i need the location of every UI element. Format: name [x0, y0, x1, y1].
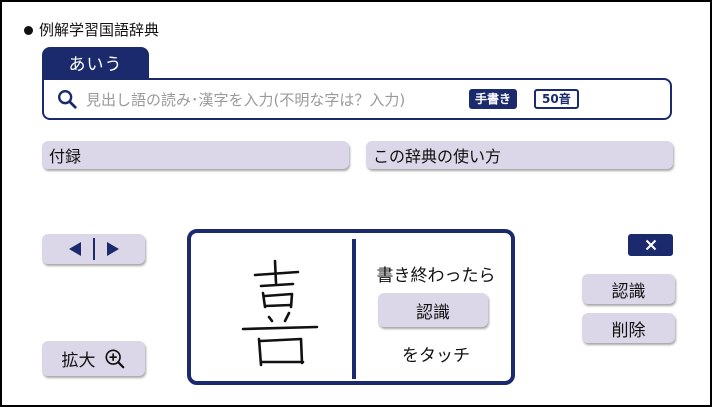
- search-placeholder: 見出し語の読み･漢字を入力(不明な字は？入力): [86, 90, 406, 109]
- bullet-icon: [24, 25, 33, 35]
- how-to-use-button[interactable]: この辞典の使い方: [366, 141, 673, 169]
- handwriting-button[interactable]: 手書き: [469, 89, 518, 109]
- input-mode-tab[interactable]: あいう: [42, 47, 149, 78]
- app-screen: 例解学習国語辞典 あいう 見出し語の読み･漢字を入力(不明な字は？入力) 手書き…: [0, 0, 712, 407]
- recognize-label: 認識: [611, 281, 646, 302]
- handwriting-panel: 書き終わったら 認識 をタッチ: [187, 229, 515, 385]
- search-input[interactable]: 見出し語の読み･漢字を入力(不明な字は？入力) 手書き 50音: [42, 78, 672, 120]
- appendix-button[interactable]: 付録: [42, 141, 349, 169]
- appendix-label: 付録: [49, 147, 82, 166]
- delete-label: 削除: [611, 320, 646, 341]
- zoom-label: 拡大: [61, 351, 96, 371]
- zoom-in-icon: [104, 348, 124, 368]
- handwriting-instruction-bottom: をタッチ: [402, 346, 470, 366]
- nav-divider: [92, 238, 95, 260]
- how-to-use-label: この辞典の使い方: [373, 147, 502, 166]
- close-button[interactable]: [628, 234, 673, 256]
- search-icon: [58, 90, 77, 109]
- delete-button[interactable]: 削除: [582, 313, 675, 343]
- nav-left-icon[interactable]: [68, 242, 81, 256]
- handwriting-instruction-top: 書き終わったら: [376, 266, 496, 286]
- nav-right-icon[interactable]: [106, 242, 119, 256]
- recognize-button-panel[interactable]: 認識: [378, 293, 488, 327]
- panel-divider: [352, 239, 356, 379]
- prev-next-button[interactable]: [42, 234, 145, 264]
- dictionary-title-text: 例解学習国語辞典: [39, 21, 160, 39]
- handwriting-canvas[interactable]: [205, 241, 350, 376]
- gojuon-button[interactable]: 50音: [534, 89, 579, 109]
- dictionary-title: 例解学習国語辞典: [24, 20, 159, 40]
- close-icon: [645, 239, 656, 251]
- recognize-label-panel: 認識: [416, 302, 450, 323]
- recognize-button[interactable]: 認識: [582, 274, 675, 304]
- zoom-button[interactable]: 拡大: [42, 341, 145, 376]
